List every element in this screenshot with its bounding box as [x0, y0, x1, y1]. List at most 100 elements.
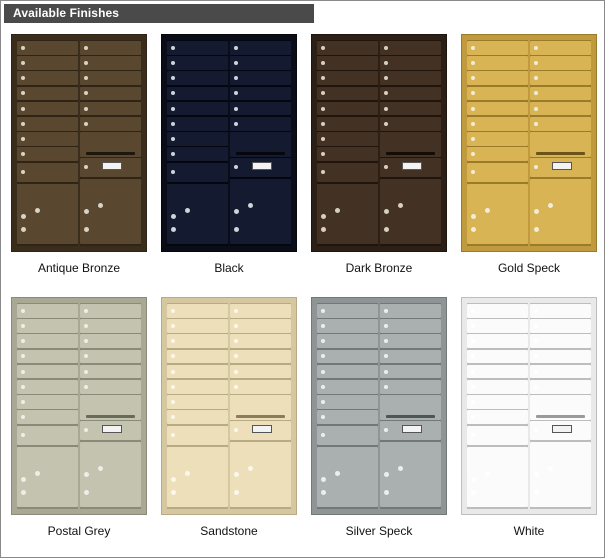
mail-door [17, 117, 78, 131]
mail-door [467, 334, 528, 349]
mail-door [80, 420, 141, 440]
lock-icon [234, 354, 238, 359]
mail-door [467, 41, 528, 55]
mail-door [380, 117, 441, 131]
mail-door [467, 147, 528, 162]
lock-icon [98, 465, 103, 471]
lock-icon [384, 121, 388, 126]
mail-door [167, 410, 228, 425]
hinge-icon [171, 213, 176, 219]
mail-door [17, 101, 78, 116]
lock-icon [234, 61, 238, 66]
address-tag [402, 424, 422, 433]
mail-door [530, 86, 591, 101]
lock-icon [321, 76, 325, 81]
mailbox-column [530, 303, 591, 509]
mail-door [80, 304, 141, 318]
lock-icon [384, 76, 388, 81]
mailbox-column [380, 40, 441, 246]
lock-icon [534, 45, 538, 50]
parcel-locker-door [467, 183, 528, 244]
mailbox-columns [17, 303, 141, 509]
address-tag [252, 424, 272, 433]
address-tag [102, 424, 122, 433]
lock-icon [171, 369, 175, 374]
mail-door [80, 157, 141, 177]
lock-icon [234, 106, 238, 111]
lock-icon [171, 152, 175, 157]
outgoing-mail-panel [530, 132, 591, 157]
mail-door [230, 364, 291, 379]
mailbox-swatch[interactable] [461, 297, 597, 515]
mail-door [467, 304, 528, 318]
parcel-locker-door [317, 446, 378, 507]
lock-icon [534, 165, 538, 170]
lock-icon [534, 91, 538, 96]
lock-icon [84, 76, 88, 81]
mail-door [467, 395, 528, 409]
mail-door [467, 86, 528, 101]
mailbox-swatch[interactable] [11, 34, 147, 252]
parcel-locker-door [230, 441, 291, 507]
parcel-locker-door [17, 183, 78, 244]
lock-icon [471, 106, 475, 111]
hinge-icon [471, 476, 476, 482]
mail-door [17, 162, 78, 182]
lock-icon [171, 61, 175, 66]
mailbox-swatch[interactable] [161, 297, 297, 515]
mailbox-swatch[interactable] [311, 297, 447, 515]
mail-door [380, 71, 441, 86]
mailbox-swatch[interactable] [311, 34, 447, 252]
lock-icon [171, 354, 175, 359]
outgoing-mail-panel [530, 395, 591, 420]
lock-icon [21, 61, 25, 66]
lock-icon [471, 91, 475, 96]
mailbox-swatch[interactable] [461, 34, 597, 252]
lock-icon [398, 202, 403, 208]
mail-door [167, 117, 228, 131]
mail-door [230, 56, 291, 70]
mail-door [167, 425, 228, 445]
mail-door [167, 147, 228, 162]
mail-door [17, 132, 78, 146]
mail-door [80, 319, 141, 333]
mailbox-column [380, 303, 441, 509]
hinge-icon [384, 471, 389, 477]
mail-door [467, 71, 528, 86]
mailbox-swatch[interactable] [11, 297, 147, 515]
hinge-icon [21, 489, 26, 495]
mail-door [17, 395, 78, 409]
mail-door [530, 101, 591, 116]
mail-door [317, 334, 378, 349]
lock-icon [471, 308, 475, 313]
mail-door [467, 380, 528, 394]
mail-door [167, 380, 228, 394]
mailbox-swatch[interactable] [161, 34, 297, 252]
mail-door [167, 132, 228, 146]
lock-icon [21, 137, 25, 142]
mail-door [167, 349, 228, 364]
lock-icon [84, 384, 88, 389]
mail-slot [236, 151, 285, 155]
lock-icon [84, 61, 88, 66]
parcel-locker-door [80, 178, 141, 244]
mailbox-columns [317, 40, 441, 246]
hinge-icon [471, 226, 476, 232]
lock-icon [321, 369, 325, 374]
mail-door [467, 410, 528, 425]
mail-door [317, 349, 378, 364]
mail-door [230, 86, 291, 101]
hinge-icon [171, 226, 176, 232]
mail-door [530, 56, 591, 70]
mail-door [230, 420, 291, 440]
lock-icon [471, 339, 475, 344]
address-tag [252, 161, 272, 170]
mail-door [230, 319, 291, 333]
lock-icon [171, 170, 175, 175]
lock-icon [21, 152, 25, 157]
lock-icon [234, 428, 238, 433]
mail-door [17, 349, 78, 364]
lock-icon [384, 61, 388, 66]
parcel-locker-door [467, 446, 528, 507]
mail-door [17, 319, 78, 333]
